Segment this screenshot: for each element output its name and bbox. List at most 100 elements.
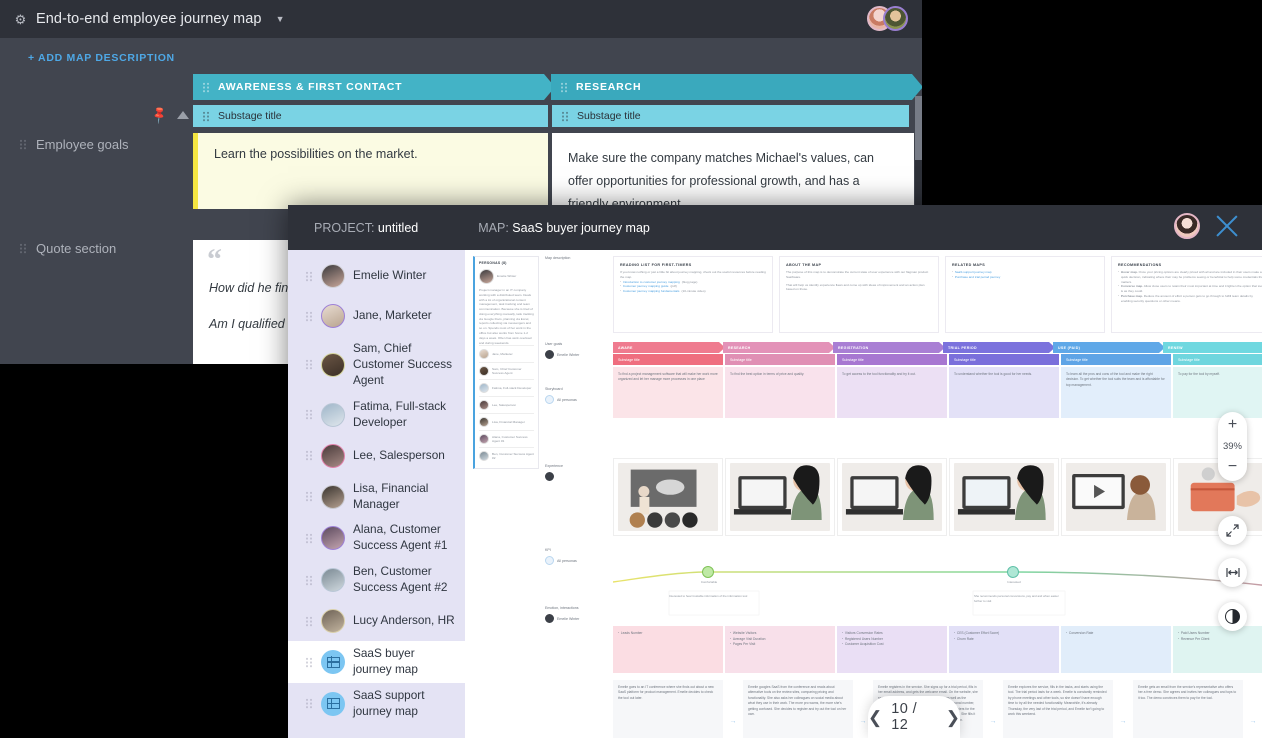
collaborator-avatars[interactable] (867, 6, 908, 31)
preview-personas-card: PERSONAS (8) Emelie Winter Project manag… (473, 256, 539, 470)
preview-stage-label: AWARE (618, 345, 633, 350)
list-item-map[interactable]: SaaS support journey map (288, 683, 465, 725)
list-item-persona[interactable]: Alana, Customer Success Agent #1 (288, 517, 465, 559)
expand-arrows-icon[interactable] (1218, 516, 1247, 545)
preview-info-card-bullet: Purchase map. Reduce the amount of effor… (1118, 294, 1262, 304)
drag-handle-icon[interactable] (203, 110, 210, 122)
goal-card-awareness[interactable]: Learn the possibilities on the market. (193, 133, 548, 209)
drag-handle-icon[interactable] (306, 270, 313, 282)
drag-handle-icon[interactable] (203, 82, 210, 93)
stage-header-research[interactable]: RESEARCH (551, 74, 922, 100)
pagination-control[interactable]: ❮ 10 / 12 ❯ (868, 696, 960, 738)
drag-handle-icon[interactable] (20, 243, 27, 254)
map-preview-canvas[interactable]: PERSONAS (8) Emelie Winter Project manag… (465, 250, 1262, 738)
drag-handle-icon[interactable] (306, 450, 313, 462)
drag-handle-icon[interactable] (306, 574, 313, 586)
drag-handle-icon[interactable] (306, 656, 313, 668)
close-icon[interactable] (1214, 213, 1240, 239)
emotion-point-label: Comfortable (700, 580, 718, 584)
list-item-persona[interactable]: Fatima, Full-stack Developer (288, 394, 465, 436)
vertical-scrollbar[interactable] (915, 96, 922, 206)
preview-persona-label: Fatima, Full-stack Developer (492, 385, 532, 390)
goal-card-text: Learn the possibilities on the market. (214, 147, 418, 161)
drag-handle-icon[interactable] (20, 139, 27, 150)
preview-kpi-card: Paid Users NumberRevenue Per Client (1173, 626, 1262, 673)
preview-info-card-body: If you know nothing or just a little bit… (620, 270, 766, 279)
list-item-persona[interactable]: Emelie Winter (288, 256, 465, 296)
avatar[interactable] (883, 6, 908, 31)
drag-handle-icon[interactable] (306, 615, 313, 627)
list-item-persona[interactable]: Lee, Salesperson (288, 436, 465, 476)
preview-substage: Substage title (725, 354, 835, 365)
list-item-persona[interactable]: Ben, Customer Success Agent #2 (288, 559, 465, 601)
pin-icon[interactable]: 📌 (149, 105, 169, 125)
map-breadcrumb: MAP: SaaS buyer journey map (478, 221, 650, 235)
zoom-out-button[interactable]: − (1228, 458, 1237, 474)
page-title: End-to-end employee journey map (36, 11, 262, 27)
list-item-persona[interactable]: Lisa, Financial Manager (288, 476, 465, 518)
drag-handle-icon[interactable] (562, 110, 569, 122)
stage-header-awareness[interactable]: AWARENESS & FIRST CONTACT (193, 74, 555, 100)
avatar (321, 568, 345, 593)
preview-kpi-card: Leads Number (613, 626, 723, 673)
substage-research[interactable]: Substage title (552, 105, 909, 127)
row-label-quote-section[interactable]: Quote section (20, 241, 116, 256)
drag-handle-icon[interactable] (306, 491, 313, 503)
fit-width-icon[interactable] (1218, 558, 1247, 587)
preview-kpi-item: Conversion Rate (1066, 631, 1166, 637)
preview-row-label-text: User goals (545, 342, 563, 346)
arrow-right-icon: → (989, 718, 997, 725)
collapse-triangle-icon[interactable] (176, 111, 189, 119)
add-map-description-button[interactable]: + ADD MAP DESCRIPTION (0, 38, 922, 64)
preview-storyboard-card (1061, 458, 1171, 536)
preview-kpi-card: Website VisitorsAverage Visit DurationPa… (725, 626, 835, 673)
preview-persona-row: Alana, Customer Success Agent #1 (479, 430, 534, 447)
drag-handle-icon[interactable] (306, 409, 313, 421)
avatar (321, 609, 345, 634)
drag-handle-icon[interactable] (306, 698, 313, 710)
project-value: untitled (377, 220, 419, 235)
map-value: SaaS buyer journey map (512, 220, 650, 235)
list-item-map[interactable]: SaaS buyer journey map (288, 641, 465, 683)
substage-awareness[interactable]: Substage title (193, 105, 548, 127)
drag-handle-icon[interactable] (306, 359, 313, 371)
row-label-text: Employee goals (36, 137, 129, 152)
list-item-persona[interactable]: Lucy Anderson, HR (288, 601, 465, 641)
avatar (479, 269, 494, 284)
list-item-label: Fatima, Full-stack Developer (353, 398, 447, 429)
contrast-icon[interactable] (1218, 602, 1247, 631)
drag-handle-icon[interactable] (306, 532, 313, 544)
row-controls: 📌 (149, 105, 189, 125)
avatar (479, 349, 489, 360)
chevron-down-icon[interactable]: ▼ (276, 14, 285, 24)
preview-info-card-link[interactable]: Customer journey mapping fundamentals (1… (620, 289, 766, 294)
list-item-persona[interactable]: Jane, Marketer (288, 296, 465, 336)
arrow-right-icon: → (1119, 718, 1127, 725)
gear-icon[interactable]: ⚙ (14, 13, 27, 26)
preview-info-card-link[interactable]: Purchase and trial period journey (952, 275, 1098, 280)
row-label-employee-goals[interactable]: Employee goals (20, 137, 129, 152)
preview-row-label: Emotion, interactions Emelie Winter (545, 606, 579, 623)
preview-row-label: Storyboard All personas (545, 387, 577, 404)
arrow-right-icon: → (729, 718, 737, 725)
substage-label: Substage title (218, 110, 282, 122)
avatar[interactable] (1174, 213, 1200, 239)
drag-handle-icon[interactable] (561, 82, 568, 93)
chevron-right-icon[interactable]: ❯ (946, 709, 960, 726)
list-item-persona[interactable]: Sam, Chief Customer Success Agent (288, 336, 465, 394)
stage-header-row: AWARENESS & FIRST CONTACT RESEARCH (193, 74, 922, 100)
preview-row-entity-label: Emelie Winter (557, 352, 580, 357)
preview-emotion-chart: Comfortable Interested to hear trustable … (612, 546, 1262, 618)
chevron-left-icon[interactable]: ❮ (868, 709, 882, 726)
preview-interaction-card: Emelie explores the service, fills in th… (1003, 680, 1113, 738)
goal-card-research[interactable]: Make sure the company matches Michael's … (552, 133, 914, 211)
zoom-in-button[interactable]: + (1228, 417, 1237, 433)
avatar (321, 484, 345, 509)
list-item-label: Lisa, Financial Manager (353, 480, 429, 511)
storyboard-illustration (954, 463, 1054, 531)
avatar (479, 400, 489, 411)
preview-row-entity-label: All personas (557, 397, 577, 402)
storyboard-illustration (842, 463, 942, 531)
drag-handle-icon[interactable] (306, 310, 313, 322)
page-indicator: 10 / 12 (891, 701, 918, 733)
